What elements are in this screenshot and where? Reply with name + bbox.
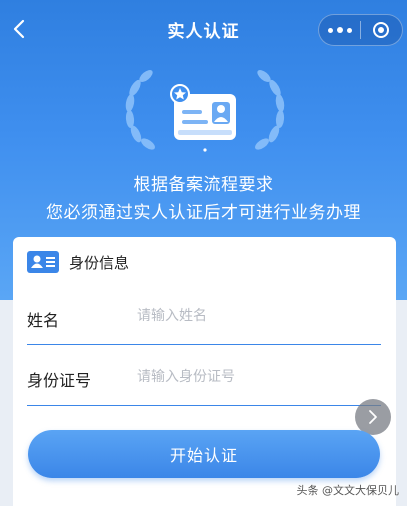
watermark: 头条 @文文大保贝儿 bbox=[296, 484, 400, 497]
name-label: 姓名 bbox=[27, 311, 60, 330]
id-number-label: 身份证号 bbox=[27, 371, 92, 390]
section-header: 身份信息 bbox=[27, 251, 129, 273]
id-card-icon bbox=[27, 251, 59, 273]
target-circle-icon bbox=[373, 22, 390, 38]
mini-program-capsule bbox=[318, 14, 403, 46]
name-underline bbox=[27, 344, 381, 345]
id-number-underline bbox=[27, 405, 381, 406]
more-button[interactable] bbox=[319, 15, 360, 45]
more-dots-icon bbox=[326, 27, 354, 33]
name-input[interactable] bbox=[137, 304, 367, 328]
section-title: 身份信息 bbox=[69, 253, 130, 272]
id-card-laurel-emblem bbox=[125, 70, 285, 152]
close-button[interactable] bbox=[361, 15, 402, 45]
start-verification-button[interactable]: 开始认证 bbox=[28, 430, 380, 478]
id-number-input[interactable] bbox=[137, 365, 367, 389]
navbar: 实人认证 bbox=[0, 0, 407, 56]
chevron-right-icon bbox=[369, 410, 377, 424]
hero-subheading: 您必须通过实人认证后才可进行业务办理 bbox=[46, 203, 361, 223]
hero-heading: 根据备案流程要求 bbox=[133, 175, 274, 195]
